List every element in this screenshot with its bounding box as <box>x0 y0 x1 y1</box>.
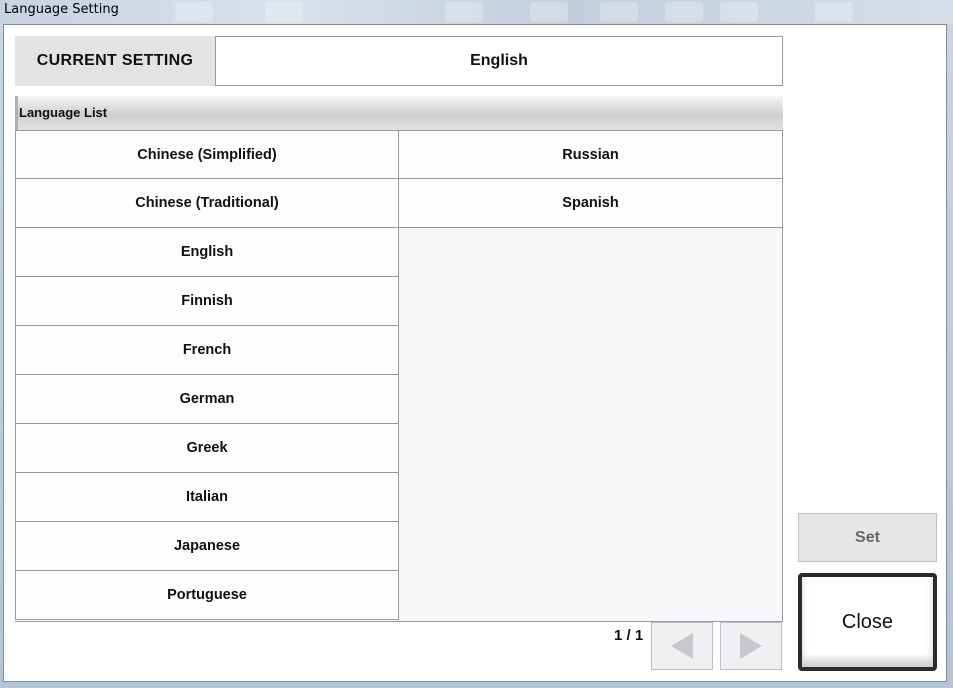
language-item[interactable]: Chinese (Traditional) <box>15 179 399 228</box>
current-setting-value: English <box>215 36 783 86</box>
language-item[interactable]: Portuguese <box>15 571 399 620</box>
close-button[interactable]: Close <box>798 573 937 671</box>
language-item[interactable]: Chinese (Simplified) <box>15 130 399 179</box>
language-item[interactable]: Russian <box>399 130 783 179</box>
triangle-left-icon <box>671 633 693 659</box>
next-page-button[interactable] <box>720 622 782 670</box>
background-icon <box>720 2 758 22</box>
triangle-right-icon <box>740 633 762 659</box>
current-setting-label: CURRENT SETTING <box>15 36 215 86</box>
background-taskbar <box>0 0 953 24</box>
language-item[interactable]: Japanese <box>15 522 399 571</box>
previous-page-button[interactable] <box>651 622 713 670</box>
language-column-left: Chinese (Simplified) Chinese (Traditiona… <box>15 130 399 620</box>
background-icon <box>175 2 213 22</box>
background-icon <box>530 2 568 22</box>
background-icon <box>445 2 483 22</box>
language-item[interactable]: Spanish <box>399 179 783 228</box>
language-list-header: Language List <box>15 96 783 130</box>
language-column-right: Russian Spanish <box>399 130 783 228</box>
language-list: Chinese (Simplified) Chinese (Traditiona… <box>15 130 783 622</box>
language-item[interactable]: Greek <box>15 424 399 473</box>
window-title: Language Setting <box>4 2 119 17</box>
background-icon <box>665 2 703 22</box>
language-item[interactable]: French <box>15 326 399 375</box>
language-setting-dialog: CURRENT SETTING English Language List Ch… <box>3 24 947 682</box>
background-icon <box>600 2 638 22</box>
language-item[interactable]: English <box>15 228 399 277</box>
set-button[interactable]: Set <box>798 513 937 562</box>
language-item[interactable]: German <box>15 375 399 424</box>
background-icon <box>815 2 853 22</box>
page-indicator: 1 / 1 <box>614 627 644 644</box>
language-item[interactable]: Finnish <box>15 277 399 326</box>
language-item[interactable]: Italian <box>15 473 399 522</box>
background-icon <box>265 2 303 22</box>
